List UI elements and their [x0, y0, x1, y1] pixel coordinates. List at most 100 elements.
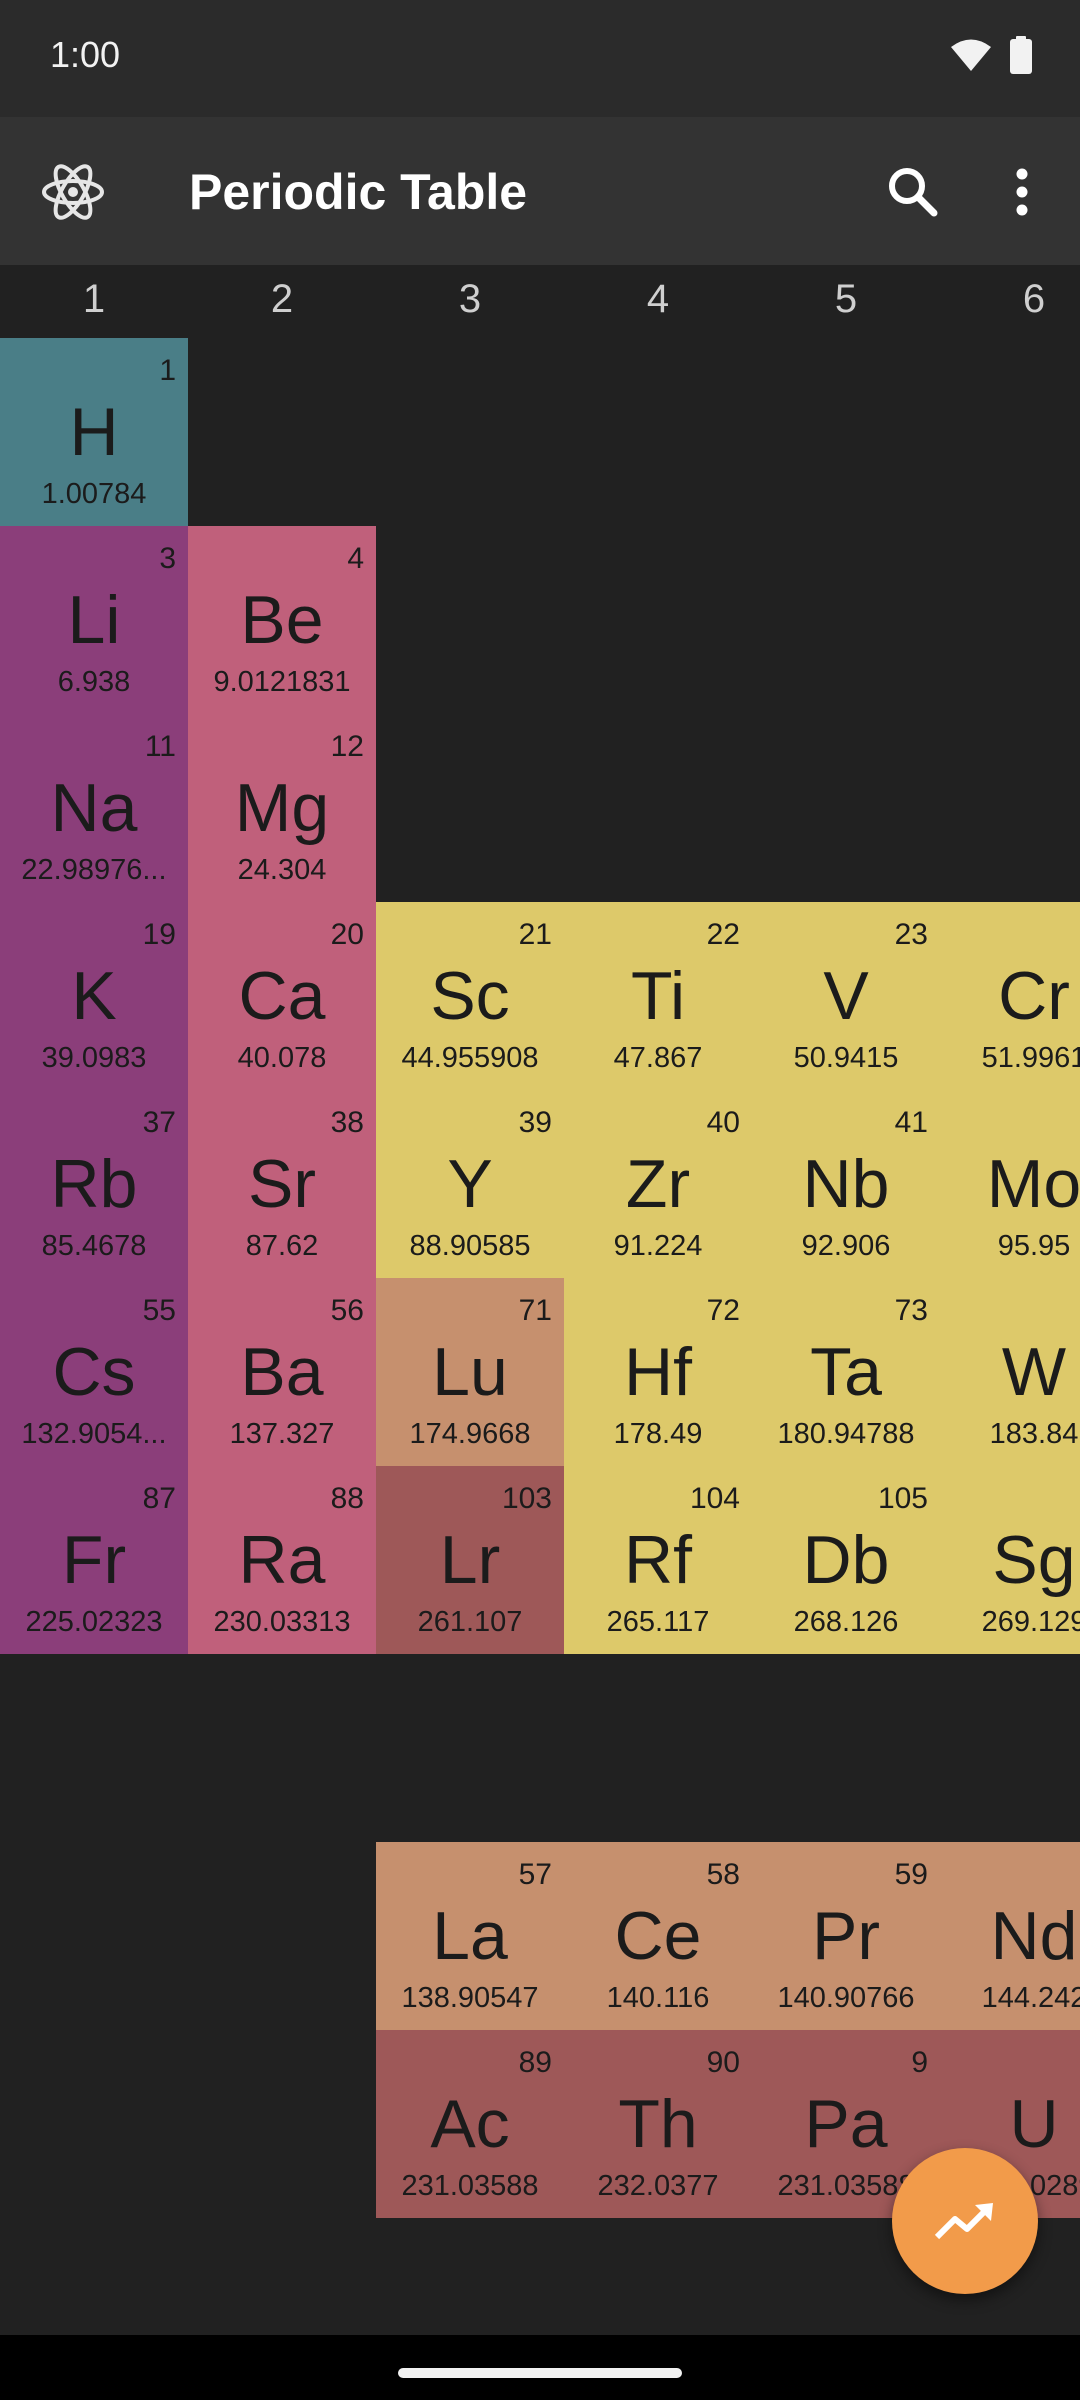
- element-cell-ra[interactable]: 88 Ra 230.03313: [188, 1466, 376, 1654]
- atomic-mass: 87.62: [245, 1230, 319, 1262]
- element-symbol: Ra: [238, 1522, 326, 1598]
- periodic-table-grid: 1 2 3 4 5 6 1 H 1.00784 3 Li 6.938 4 Be 9.0121831 11 Na 2…: [0, 265, 1080, 2335]
- atomic-mass: 44.955908: [401, 1042, 539, 1074]
- element-symbol: Hf: [624, 1334, 692, 1410]
- element-cell-ba[interactable]: 56 Ba 137.327: [188, 1278, 376, 1466]
- element-cell-sg[interactable]: 1Sg269.129: [940, 1466, 1080, 1654]
- atomic-number: 37: [142, 1106, 176, 1139]
- element-symbol: La: [432, 1898, 508, 1974]
- atomic-mass: 230.03313: [213, 1606, 351, 1638]
- atomic-mass: 231.03588: [401, 2170, 539, 2202]
- element-cell-ac[interactable]: 89 Ac 231.03588: [376, 2030, 564, 2218]
- atomic-number: 57: [518, 1858, 552, 1891]
- element-cell-pr[interactable]: 59 Pr 140.90766: [752, 1842, 940, 2030]
- search-icon[interactable]: [878, 157, 948, 227]
- atomic-mass: 140.90766: [777, 1982, 915, 2014]
- atomic-number: 22: [706, 918, 740, 951]
- element-cell-be[interactable]: 4 Be 9.0121831: [188, 526, 376, 714]
- atomic-number: 89: [518, 2046, 552, 2079]
- element-symbol: Db: [802, 1522, 890, 1598]
- element-cell-w[interactable]: W 183.84: [940, 1278, 1080, 1466]
- element-cell-ca[interactable]: 20 Ca 40.078: [188, 902, 376, 1090]
- atomic-mass: 24.304: [237, 854, 327, 886]
- wifi-icon: [951, 39, 991, 71]
- element-cell-v[interactable]: 23 V 50.9415: [752, 902, 940, 1090]
- element-cell-nb[interactable]: 41 Nb 92.906: [752, 1090, 940, 1278]
- atomic-number: 59: [894, 1858, 928, 1891]
- element-cell-db[interactable]: 105 Db 268.126: [752, 1466, 940, 1654]
- navigation-bar: [0, 2335, 1080, 2400]
- element-symbol: Lr: [439, 1522, 501, 1598]
- atomic-mass: 1.00784: [41, 478, 147, 510]
- element-cell-lu[interactable]: 71 Lu 174.9668: [376, 1278, 564, 1466]
- element-cell-la[interactable]: 57 La 138.90547: [376, 1842, 564, 2030]
- atomic-mass: 265.117: [606, 1606, 710, 1638]
- element-cell-sc[interactable]: 21 Sc 44.955908: [376, 902, 564, 1090]
- element-symbol: Mo: [986, 1146, 1080, 1222]
- element-cell-ti[interactable]: 22 Ti 47.867: [564, 902, 752, 1090]
- element-symbol: Sc: [430, 958, 510, 1034]
- element-symbol: Sr: [248, 1146, 316, 1222]
- element-symbol: Ba: [240, 1334, 324, 1410]
- element-cell-cs[interactable]: 55 Cs 132.9054...: [0, 1278, 188, 1466]
- app-toolbar: Periodic Table: [0, 117, 1080, 265]
- element-cell-ce[interactable]: 58 Ce 140.116: [564, 1842, 752, 2030]
- atomic-mass: 180.94788: [777, 1418, 915, 1450]
- atomic-number: 39: [518, 1106, 552, 1139]
- home-gesture-handle[interactable]: [398, 2368, 682, 2378]
- element-cell-zr[interactable]: 40 Zr 91.224: [564, 1090, 752, 1278]
- page-title: Periodic Table: [189, 164, 528, 220]
- element-cell-li[interactable]: 3 Li 6.938: [0, 526, 188, 714]
- element-symbol: Lu: [432, 1334, 508, 1410]
- element-symbol: Mg: [234, 770, 330, 846]
- element-symbol: V: [823, 958, 869, 1034]
- atomic-mass: 51.9961: [981, 1042, 1080, 1074]
- atomic-number: 9: [911, 2046, 928, 2079]
- element-cell-hf[interactable]: 72 Hf 178.49: [564, 1278, 752, 1466]
- atomic-number: 58: [706, 1858, 740, 1891]
- element-cell-lr[interactable]: 103 Lr 261.107: [376, 1466, 564, 1654]
- atomic-number: 21: [518, 918, 552, 951]
- group-header-3: 3: [458, 277, 482, 321]
- trend-fab-button[interactable]: [892, 2148, 1038, 2294]
- element-cell-rf[interactable]: 104 Rf 265.117: [564, 1466, 752, 1654]
- atomic-mass: 178.49: [613, 1418, 703, 1450]
- element-cell-na[interactable]: 11 Na 22.98976...: [0, 714, 188, 902]
- element-symbol: Nb: [802, 1146, 890, 1222]
- element-symbol: Na: [50, 770, 138, 846]
- element-cell-sr[interactable]: 38 Sr 87.62: [188, 1090, 376, 1278]
- atomic-mass: 261.107: [417, 1606, 523, 1638]
- atomic-mass: 232.0377: [597, 2170, 719, 2202]
- atomic-mass: 144.242: [981, 1982, 1080, 2014]
- element-cell-nd[interactable]: Nd 144.242: [940, 1842, 1080, 2030]
- atomic-number: 103: [501, 1482, 552, 1515]
- element-cell-mo[interactable]: Mo 95.95: [940, 1090, 1080, 1278]
- element-cell-cr[interactable]: Cr 51.9961: [940, 902, 1080, 1090]
- element-symbol: Ac: [430, 2086, 510, 2162]
- atomic-mass: 132.9054...: [21, 1418, 167, 1450]
- atomic-mass: 6.938: [57, 666, 131, 698]
- element-symbol: Ti: [630, 958, 686, 1034]
- atomic-mass: 268.126: [793, 1606, 899, 1638]
- atomic-number: 105: [877, 1482, 928, 1515]
- group-header-5: 5: [834, 277, 858, 321]
- element-cell-th[interactable]: 90 Th 232.0377: [564, 2030, 752, 2218]
- element-cell-fr[interactable]: 87 Fr 225.02323: [0, 1466, 188, 1654]
- group-header-2: 2: [270, 277, 294, 321]
- element-cell-rb[interactable]: 37 Rb 85.4678: [0, 1090, 188, 1278]
- atomic-number: 12: [330, 730, 364, 763]
- element-cell-k[interactable]: 19 K 39.0983: [0, 902, 188, 1090]
- battery-icon: [1010, 36, 1032, 74]
- atomic-number: 55: [142, 1294, 176, 1327]
- atomic-mass: 85.4678: [41, 1230, 147, 1262]
- atomic-mass: 269.129: [981, 1606, 1080, 1638]
- element-cell-h[interactable]: 1 H 1.00784: [0, 338, 188, 526]
- element-cell-mg[interactable]: 12 Mg 24.304: [188, 714, 376, 902]
- element-cell-ta[interactable]: 73 Ta 180.94788: [752, 1278, 940, 1466]
- atomic-number: 41: [894, 1106, 928, 1139]
- element-symbol: Pr: [812, 1898, 880, 1974]
- more-options-icon[interactable]: [990, 157, 1050, 227]
- element-cell-y[interactable]: 39 Y 88.90585: [376, 1090, 564, 1278]
- element-symbol: Li: [67, 582, 121, 658]
- atomic-number: 90: [706, 2046, 740, 2079]
